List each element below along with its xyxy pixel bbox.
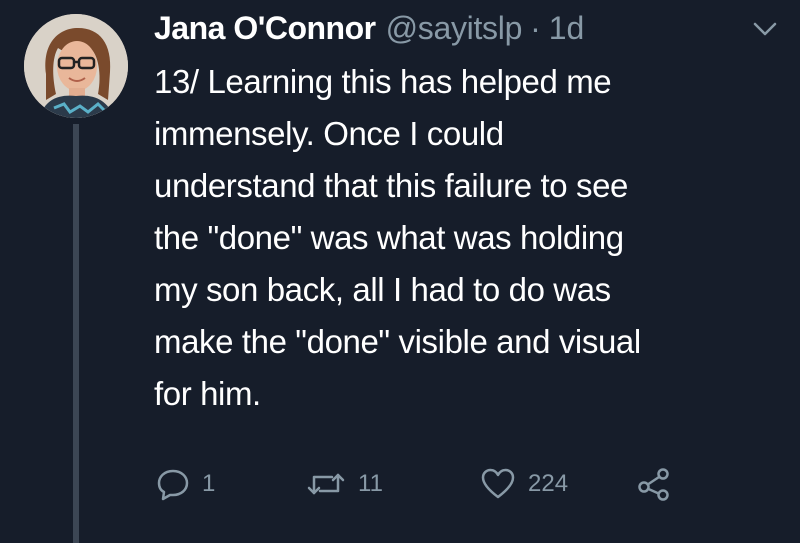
author-name[interactable]: Jana O'Connor bbox=[154, 8, 376, 48]
tweet-actions: 1 11 224 bbox=[154, 462, 714, 506]
share-button[interactable] bbox=[636, 462, 672, 506]
tweet-text-line: understand that this failure to see bbox=[154, 167, 628, 204]
share-icon bbox=[636, 467, 672, 501]
tweet-header: Jana O'Connor @sayitslp · 1d bbox=[154, 8, 584, 48]
tweet-text-line: make the "done" visible and visual bbox=[154, 323, 641, 360]
chevron-down-icon[interactable] bbox=[752, 20, 778, 38]
tweet-text-line: 13/ Learning this has helped me bbox=[154, 63, 612, 100]
author-handle[interactable]: @sayitslp bbox=[386, 8, 523, 48]
tweet-text: 13/ Learning this has helped me immensel… bbox=[154, 56, 774, 420]
timestamp[interactable]: 1d bbox=[549, 8, 585, 48]
retweet-button[interactable]: 11 bbox=[306, 462, 383, 506]
retweet-count: 11 bbox=[358, 470, 383, 497]
tweet[interactable]: Jana O'Connor @sayitslp · 1d 13/ Learnin… bbox=[0, 0, 800, 543]
like-button[interactable]: 224 bbox=[480, 462, 568, 506]
reply-button[interactable]: 1 bbox=[156, 462, 215, 506]
avatar[interactable] bbox=[24, 14, 128, 118]
tweet-text-line: my son back, all I had to do was bbox=[154, 271, 611, 308]
reply-icon bbox=[156, 467, 190, 501]
thread-line bbox=[73, 124, 79, 543]
tweet-text-line: immensely. Once I could bbox=[154, 115, 504, 152]
tweet-text-line: for him. bbox=[154, 375, 261, 412]
reply-count: 1 bbox=[202, 470, 216, 497]
heart-icon bbox=[480, 467, 516, 501]
like-count: 224 bbox=[528, 470, 569, 497]
retweet-icon bbox=[306, 467, 346, 501]
separator-dot: · bbox=[530, 10, 541, 46]
tweet-text-line: the "done" was what was holding bbox=[154, 219, 624, 256]
